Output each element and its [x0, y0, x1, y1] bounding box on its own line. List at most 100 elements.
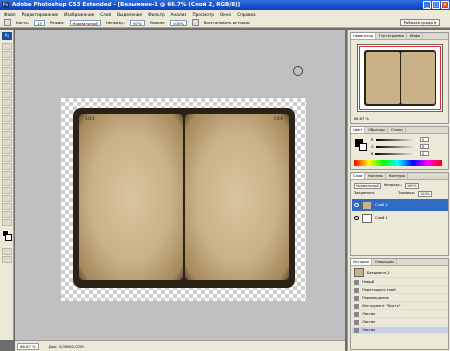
path-select-tool-icon[interactable]: [2, 171, 12, 178]
tab-paths[interactable]: Контуры: [387, 173, 409, 179]
brush-tool-icon[interactable]: [4, 19, 11, 26]
color-slider-r[interactable]: R 0: [371, 137, 429, 142]
healing-tool-icon[interactable]: [2, 91, 12, 98]
menu-file[interactable]: Файл: [4, 12, 16, 17]
marquee-tool-icon[interactable]: [2, 51, 12, 58]
quick-mask-icon[interactable]: [2, 248, 12, 255]
channel-g-value[interactable]: 0: [420, 144, 429, 149]
shape-tool-icon[interactable]: [2, 179, 12, 186]
color-background-swatch[interactable]: [359, 143, 367, 151]
tab-layers[interactable]: Слои: [351, 173, 366, 179]
color-spectrum[interactable]: [354, 160, 442, 166]
eraser-tool-icon[interactable]: [2, 123, 12, 130]
history-item[interactable]: Перетащить слой: [352, 287, 448, 294]
layer-row[interactable]: Слой 2: [352, 199, 448, 211]
canvas[interactable]: 183 184: [61, 98, 306, 301]
history-item[interactable]: Ластик: [352, 311, 448, 318]
channel-b-track[interactable]: [375, 152, 418, 155]
eye-icon[interactable]: [354, 216, 359, 220]
color-slider-b[interactable]: B 0: [371, 151, 429, 156]
navigator-view-box[interactable]: [359, 46, 441, 110]
menu-layer[interactable]: Слой: [100, 12, 111, 17]
navigator-zoom[interactable]: 66.67 %: [354, 117, 369, 121]
mode-select[interactable]: Нормальный: [69, 19, 101, 26]
tab-info[interactable]: Инфо: [408, 33, 424, 39]
history-step-icon: [354, 311, 359, 317]
dodge-tool-icon[interactable]: [2, 147, 12, 154]
brush-size-picker[interactable]: 13: [33, 19, 45, 26]
menu-select[interactable]: Выделение: [117, 12, 142, 17]
tab-history[interactable]: История: [351, 259, 372, 265]
crop-tool-icon[interactable]: [2, 75, 12, 82]
layers-opacity-label: Непрозр.:: [383, 183, 402, 187]
history-snapshot[interactable]: Безымянн-1: [352, 268, 448, 278]
hand-tool-icon[interactable]: [2, 211, 12, 218]
layers-lock-row: Закрепить: Заливка: 100%: [354, 191, 432, 197]
snapshot-name: Безымянн-1: [367, 270, 390, 275]
menu-window[interactable]: Окно: [220, 12, 231, 17]
maximize-button[interactable]: □: [432, 1, 440, 9]
layer-row[interactable]: Слой 1: [352, 212, 448, 224]
gradient-tool-icon[interactable]: [2, 131, 12, 138]
menu-help[interactable]: Справка: [237, 12, 255, 17]
brush-tool-icon[interactable]: [2, 99, 12, 106]
pen-tool-icon[interactable]: [2, 155, 12, 162]
background-color[interactable]: [5, 234, 12, 241]
type-tool-icon[interactable]: [2, 163, 12, 170]
zoom-tool-icon[interactable]: [2, 219, 12, 226]
tab-swatches[interactable]: Образцы: [366, 127, 388, 133]
channel-r-track[interactable]: [375, 138, 418, 141]
stamp-tool-icon[interactable]: [2, 107, 12, 114]
menu-analysis[interactable]: Анализ: [171, 12, 187, 17]
lasso-tool-icon[interactable]: [2, 59, 12, 66]
tab-actions[interactable]: Операции: [373, 259, 397, 265]
zoom-field[interactable]: 66.67 %: [17, 342, 39, 350]
restore-history-checkbox[interactable]: Восстановить историю: [204, 20, 250, 25]
color-slider-g[interactable]: G 0: [371, 144, 429, 149]
eye-icon[interactable]: [354, 203, 359, 207]
screen-mode-icon[interactable]: [2, 256, 12, 263]
tab-navigator[interactable]: Навигатор: [351, 33, 377, 39]
tab-styles[interactable]: Стили: [389, 127, 406, 133]
flow-field[interactable]: 100%: [169, 19, 187, 26]
navigator-thumbnail[interactable]: [357, 44, 443, 112]
slice-tool-icon[interactable]: [2, 83, 12, 90]
history-item[interactable]: Ластик: [352, 327, 448, 334]
opacity-field[interactable]: 67%: [130, 19, 145, 26]
layers-opacity-field[interactable]: 100%: [404, 183, 419, 189]
blur-tool-icon[interactable]: [2, 139, 12, 146]
blend-mode-select[interactable]: Нормальный: [354, 183, 381, 189]
title-bar: Ps Adobe Photoshop CS3 Extended - [Безым…: [0, 0, 450, 10]
history-step-icon: [354, 287, 359, 293]
history-brush-tool-icon[interactable]: [2, 115, 12, 122]
layer-name: Слой 1: [375, 216, 388, 220]
navigator-tabs: Навигатор Гистограмма Инфо: [351, 33, 448, 40]
tab-color[interactable]: Цвет: [351, 127, 366, 133]
airbrush-icon[interactable]: [191, 19, 199, 26]
history-item[interactable]: Перемещение: [352, 295, 448, 302]
menu-edit[interactable]: Редактирование: [22, 12, 59, 17]
channel-b-value[interactable]: 0: [420, 151, 429, 156]
minimize-button[interactable]: _: [423, 1, 431, 9]
channel-g-track[interactable]: [375, 145, 418, 148]
3d-tool-icon[interactable]: [2, 187, 12, 194]
tab-histogram[interactable]: Гистограмма: [377, 33, 407, 39]
history-step-icon: [354, 327, 359, 333]
eyedropper-tool-icon[interactable]: [2, 203, 12, 210]
history-item[interactable]: Новый: [352, 279, 448, 286]
menu-image[interactable]: Изображение: [64, 12, 94, 17]
move-tool-icon[interactable]: [2, 43, 12, 50]
history-item[interactable]: Ластик: [352, 319, 448, 326]
workspace-button[interactable]: Рабочая среда ▾: [399, 19, 440, 26]
menu-filter[interactable]: Фильтр: [148, 12, 165, 17]
history-item[interactable]: Инструмент "Кисть": [352, 303, 448, 310]
tab-channels[interactable]: Каналы: [366, 173, 386, 179]
close-button[interactable]: ×: [441, 1, 449, 9]
channel-r-value[interactable]: 0: [420, 137, 429, 142]
notes-tool-icon[interactable]: [2, 195, 12, 202]
brush-label: Кисть:: [16, 20, 29, 25]
flow-label: Нажим:: [149, 20, 165, 25]
menu-view[interactable]: Просмотр: [192, 12, 214, 17]
fill-field[interactable]: 100%: [418, 191, 432, 197]
magic-wand-tool-icon[interactable]: [2, 67, 12, 74]
